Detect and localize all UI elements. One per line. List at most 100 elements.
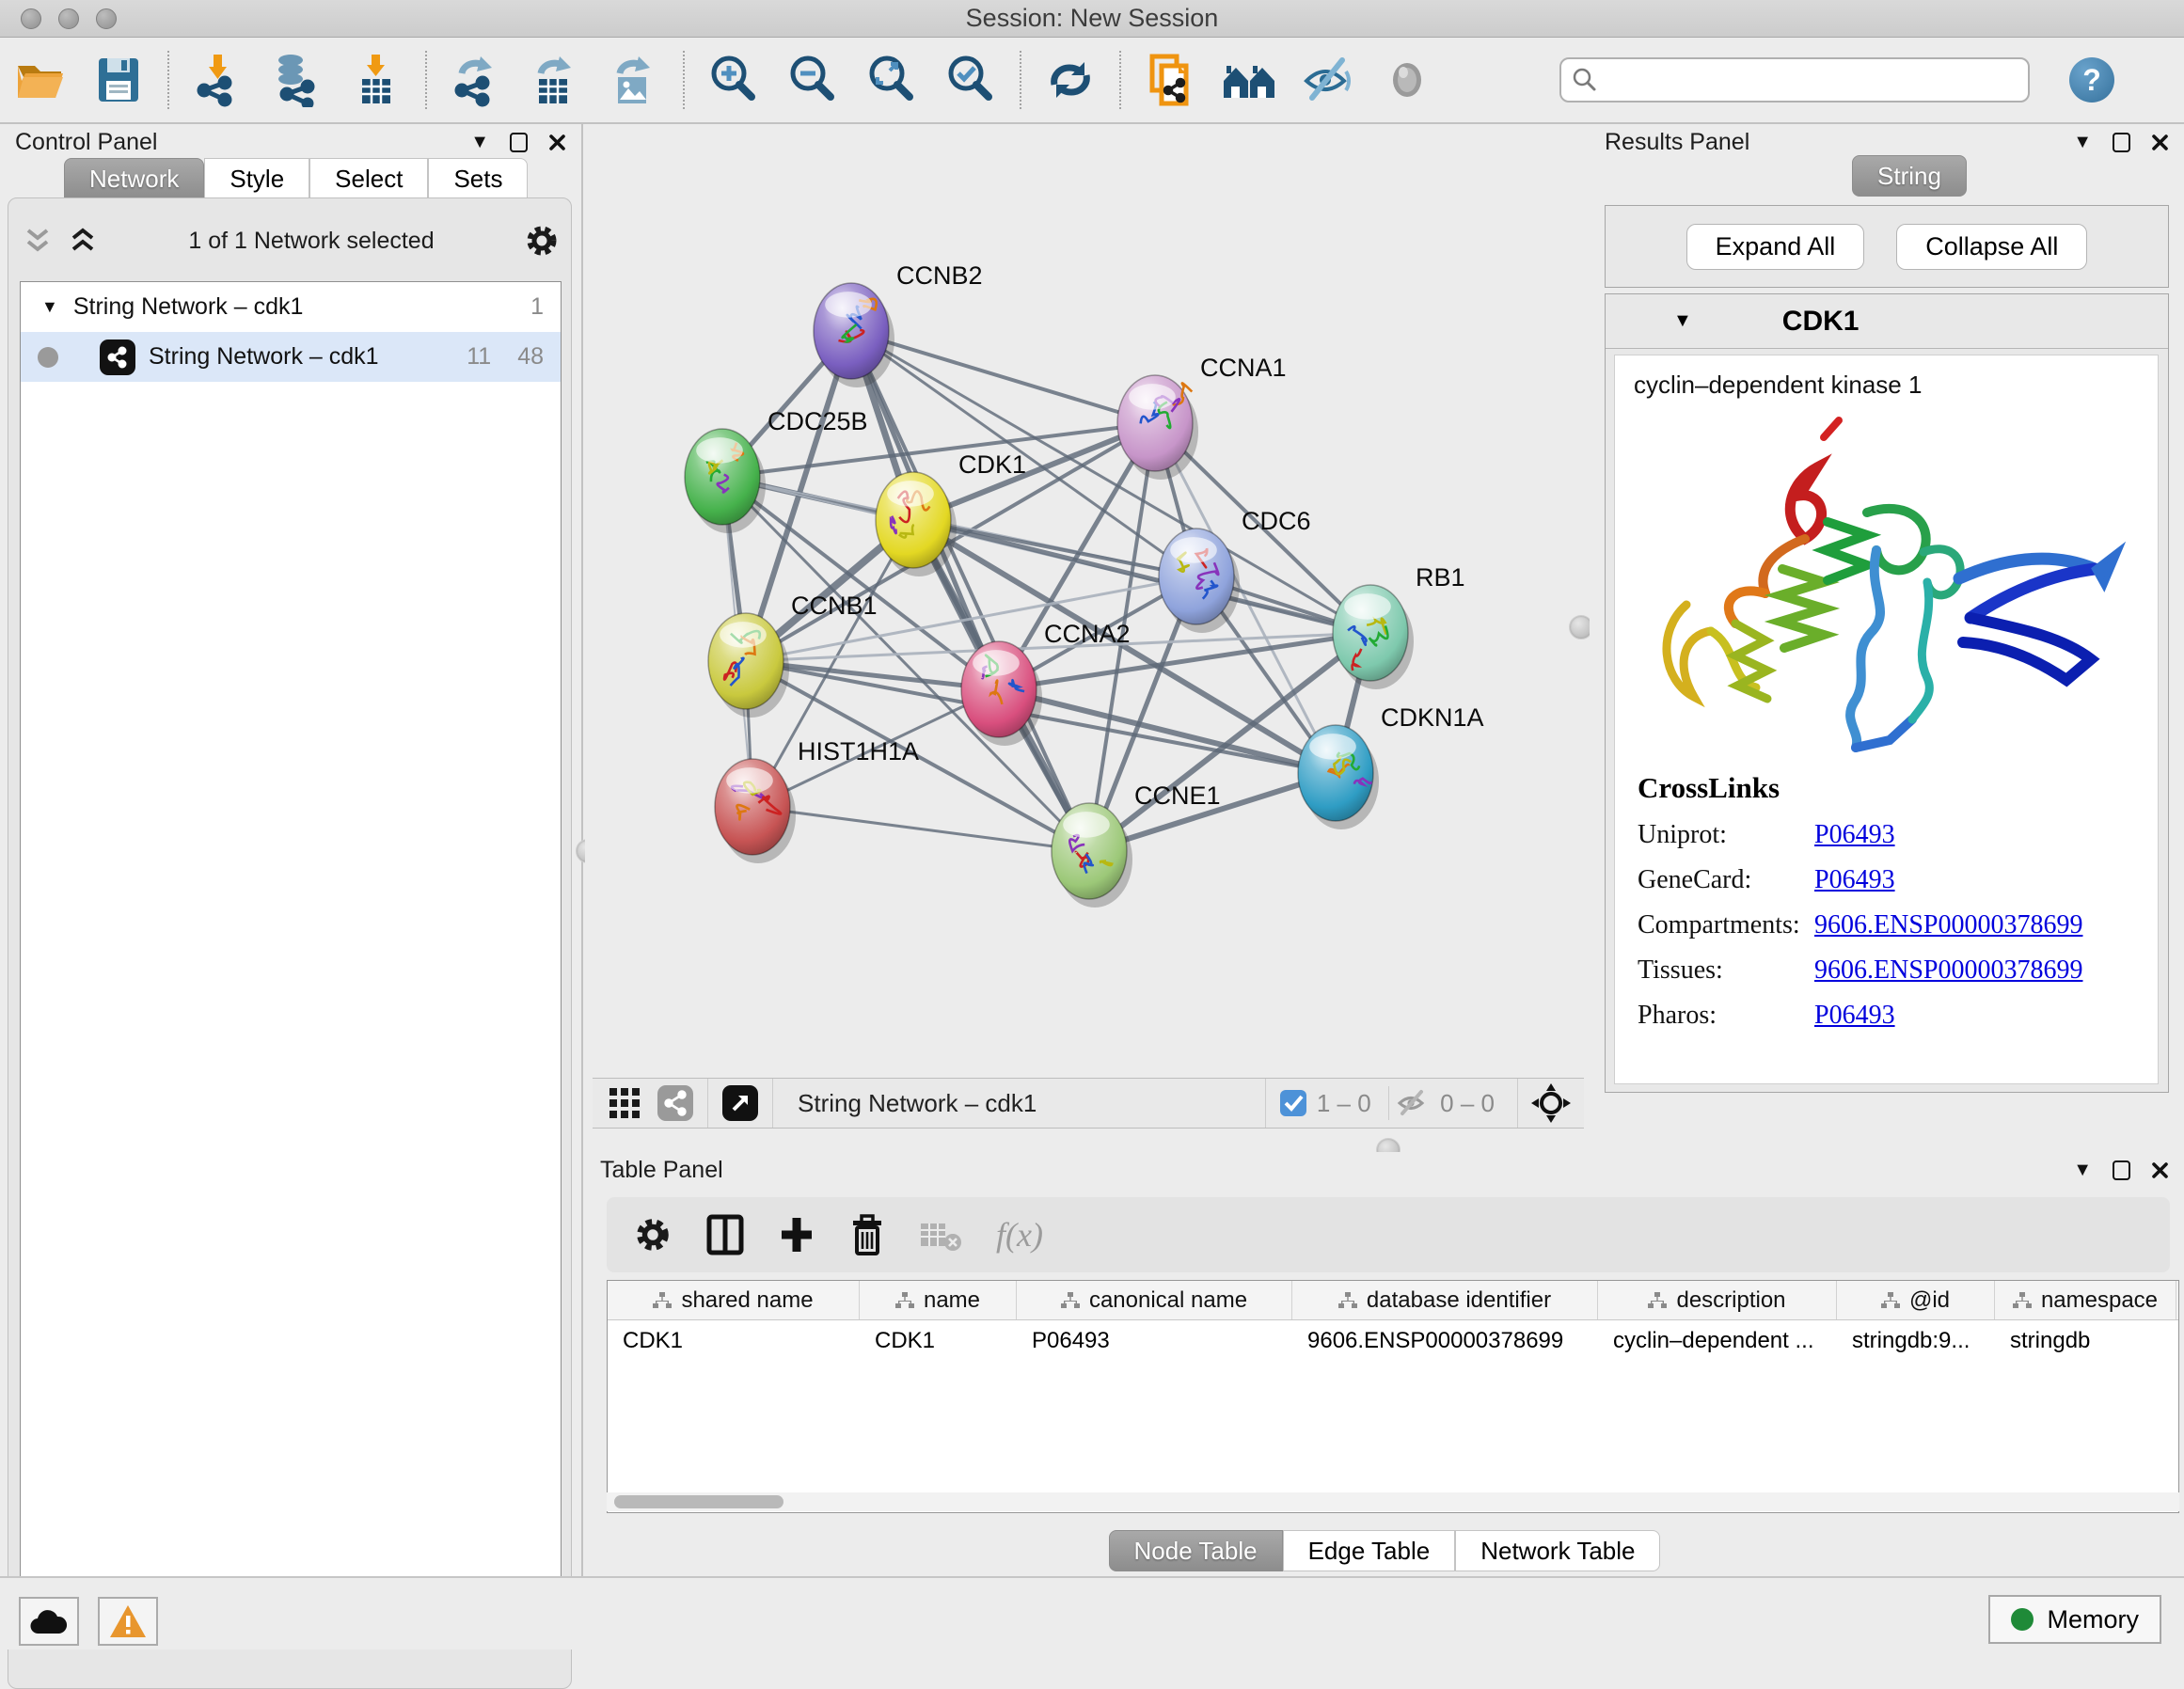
collapse-all-button[interactable]: Collapse All	[1896, 224, 2087, 270]
column-header-shared-name[interactable]: shared name	[608, 1281, 860, 1319]
genecard-link[interactable]: P06493	[1814, 865, 1895, 895]
export-table-icon[interactable]	[526, 51, 584, 109]
search-field[interactable]	[1599, 66, 2003, 95]
close-panel-icon[interactable]	[548, 134, 566, 151]
function-builder-icon[interactable]: f(x)	[996, 1215, 1043, 1255]
network-canvas[interactable]: CCNB2CCNA1CDC25BCDK1CDC6RB1CCNB1CCNA2CDK…	[593, 124, 1584, 1078]
fit-selected-crosshair-icon[interactable]	[1531, 1083, 1571, 1123]
minimize-window-icon[interactable]	[58, 8, 79, 29]
pharos-link[interactable]: P06493	[1814, 1001, 1895, 1031]
gene-header[interactable]: ▼ CDK1	[1606, 294, 2168, 349]
column-header--id[interactable]: @id	[1837, 1281, 1995, 1319]
node-label-cdkn1a: CDKN1A	[1381, 703, 1484, 732]
open-session-icon[interactable]	[10, 51, 69, 109]
network-collection-row[interactable]: ▼ String Network – cdk1 1	[21, 282, 561, 332]
collapse-all-icon[interactable]	[22, 227, 54, 255]
birdseye-view-icon[interactable]	[721, 1084, 759, 1122]
string-import-icon[interactable]	[1141, 51, 1199, 109]
node-cdkn1a[interactable]: CDKN1A	[1298, 703, 1484, 829]
compartments-link[interactable]: 9606.ENSP00000378699	[1814, 910, 2082, 940]
table-row[interactable]: CDK1CDK1P064939606.ENSP00000378699cyclin…	[608, 1320, 2178, 1362]
close-window-icon[interactable]	[21, 8, 41, 29]
expand-all-icon[interactable]	[67, 227, 99, 255]
column-header-namespace[interactable]: namespace	[1995, 1281, 2176, 1319]
network-row[interactable]: String Network – cdk1 11 48	[21, 332, 561, 382]
tab-style[interactable]: Style	[204, 158, 309, 199]
node-rb1[interactable]: RB1	[1333, 563, 1465, 689]
cell[interactable]: 9606.ENSP00000378699	[1292, 1320, 1598, 1362]
table-horizontal-scrollbar[interactable]	[607, 1492, 2179, 1511]
tab-string[interactable]: String	[1852, 155, 1967, 197]
collection-expander-icon[interactable]: ▼	[41, 297, 58, 317]
show-columns-icon[interactable]	[706, 1214, 744, 1255]
refresh-icon[interactable]	[1041, 51, 1100, 109]
column-header-canonical-name[interactable]: canonical name	[1017, 1281, 1292, 1319]
node-ccnb1[interactable]: CCNB1	[708, 592, 878, 718]
tab-network[interactable]: Network	[64, 158, 204, 199]
import-network-database-icon[interactable]	[268, 51, 326, 109]
gear-icon[interactable]	[633, 1215, 673, 1255]
column-header-name[interactable]: name	[860, 1281, 1017, 1319]
node-ccna1[interactable]: CCNA1	[1117, 354, 1287, 480]
warning-button[interactable]	[98, 1597, 158, 1646]
gene-description: cyclin–dependent kinase 1	[1615, 355, 2158, 400]
cell[interactable]: stringdb:9...	[1837, 1320, 1995, 1362]
network-badge-icon[interactable]	[657, 1084, 694, 1122]
export-image-icon[interactable]	[605, 51, 663, 109]
tab-select[interactable]: Select	[309, 158, 428, 199]
edge-hist1h1a-ccne1[interactable]	[752, 807, 1089, 851]
cell[interactable]: cyclin–dependent ...	[1598, 1320, 1837, 1362]
collapse-panel-icon[interactable]: ▼	[2073, 132, 2092, 153]
float-panel-icon[interactable]	[510, 133, 528, 152]
scrollbar-thumb[interactable]	[614, 1495, 783, 1508]
memory-button[interactable]: Memory	[1988, 1595, 2161, 1644]
toggle-view-icon[interactable]	[1378, 51, 1436, 109]
cell[interactable]: stringdb	[1995, 1320, 2176, 1362]
close-panel-icon[interactable]	[2151, 1161, 2169, 1179]
column-header-description[interactable]: description	[1598, 1281, 1837, 1319]
float-panel-icon[interactable]	[2113, 1160, 2130, 1180]
help-icon[interactable]: ?	[2069, 57, 2114, 103]
cell[interactable]: CDK1	[608, 1320, 860, 1362]
edge-ccnb2-ccna1[interactable]	[851, 331, 1155, 423]
hide-unhide-icon[interactable]	[1299, 51, 1357, 109]
export-network-icon[interactable]	[447, 51, 505, 109]
delete-column-icon[interactable]	[849, 1213, 885, 1256]
column-header-database-identifier[interactable]: database identifier	[1292, 1281, 1598, 1319]
float-panel-icon[interactable]	[2113, 133, 2130, 152]
tab-network-table[interactable]: Network Table	[1455, 1530, 1660, 1571]
tab-node-table[interactable]: Node Table	[1109, 1530, 1283, 1571]
node-ccne1[interactable]: CCNE1	[1052, 781, 1221, 908]
cell[interactable]: P06493	[1017, 1320, 1292, 1362]
maximize-window-icon[interactable]	[96, 8, 117, 29]
import-network-file-icon[interactable]	[189, 51, 247, 109]
expand-all-button[interactable]: Expand All	[1686, 224, 1865, 270]
add-column-icon[interactable]	[778, 1214, 815, 1255]
crosslinks-section: CrossLinks Uniprot: P06493 GeneCard: P06…	[1638, 771, 2082, 1031]
tissues-link[interactable]: 9606.ENSP00000378699	[1814, 955, 2082, 986]
cloud-button[interactable]	[19, 1597, 79, 1646]
gear-icon[interactable]	[524, 223, 560, 259]
gene-expander-icon[interactable]: ▼	[1673, 310, 1692, 332]
edge-ccnb2-ccne1[interactable]	[851, 331, 1089, 851]
cell[interactable]: CDK1	[860, 1320, 1017, 1362]
close-panel-icon[interactable]	[2151, 134, 2169, 151]
zoom-out-icon[interactable]	[783, 51, 842, 109]
node-hist1h1a[interactable]: HIST1H1A	[715, 737, 919, 863]
save-session-icon[interactable]	[89, 51, 148, 109]
collapse-panel-icon[interactable]: ▼	[470, 132, 489, 153]
grid-view-icon[interactable]	[606, 1084, 643, 1122]
node-ccnb2[interactable]: CCNB2	[814, 261, 983, 387]
zoom-selected-icon[interactable]	[942, 51, 1000, 109]
search-input[interactable]	[1559, 57, 2030, 103]
fit-content-icon[interactable]	[863, 51, 921, 109]
delete-table-icon[interactable]	[919, 1218, 962, 1252]
uniprot-link[interactable]: P06493	[1814, 820, 1895, 850]
tab-edge-table[interactable]: Edge Table	[1283, 1530, 1456, 1571]
import-table-file-icon[interactable]	[347, 51, 405, 109]
tab-sets[interactable]: Sets	[428, 158, 528, 199]
node-table[interactable]: shared namenamecanonical namedatabase id…	[607, 1280, 2179, 1513]
home-networks-icon[interactable]	[1220, 51, 1278, 109]
collapse-panel-icon[interactable]: ▼	[2073, 1160, 2092, 1181]
zoom-in-icon[interactable]	[704, 51, 763, 109]
